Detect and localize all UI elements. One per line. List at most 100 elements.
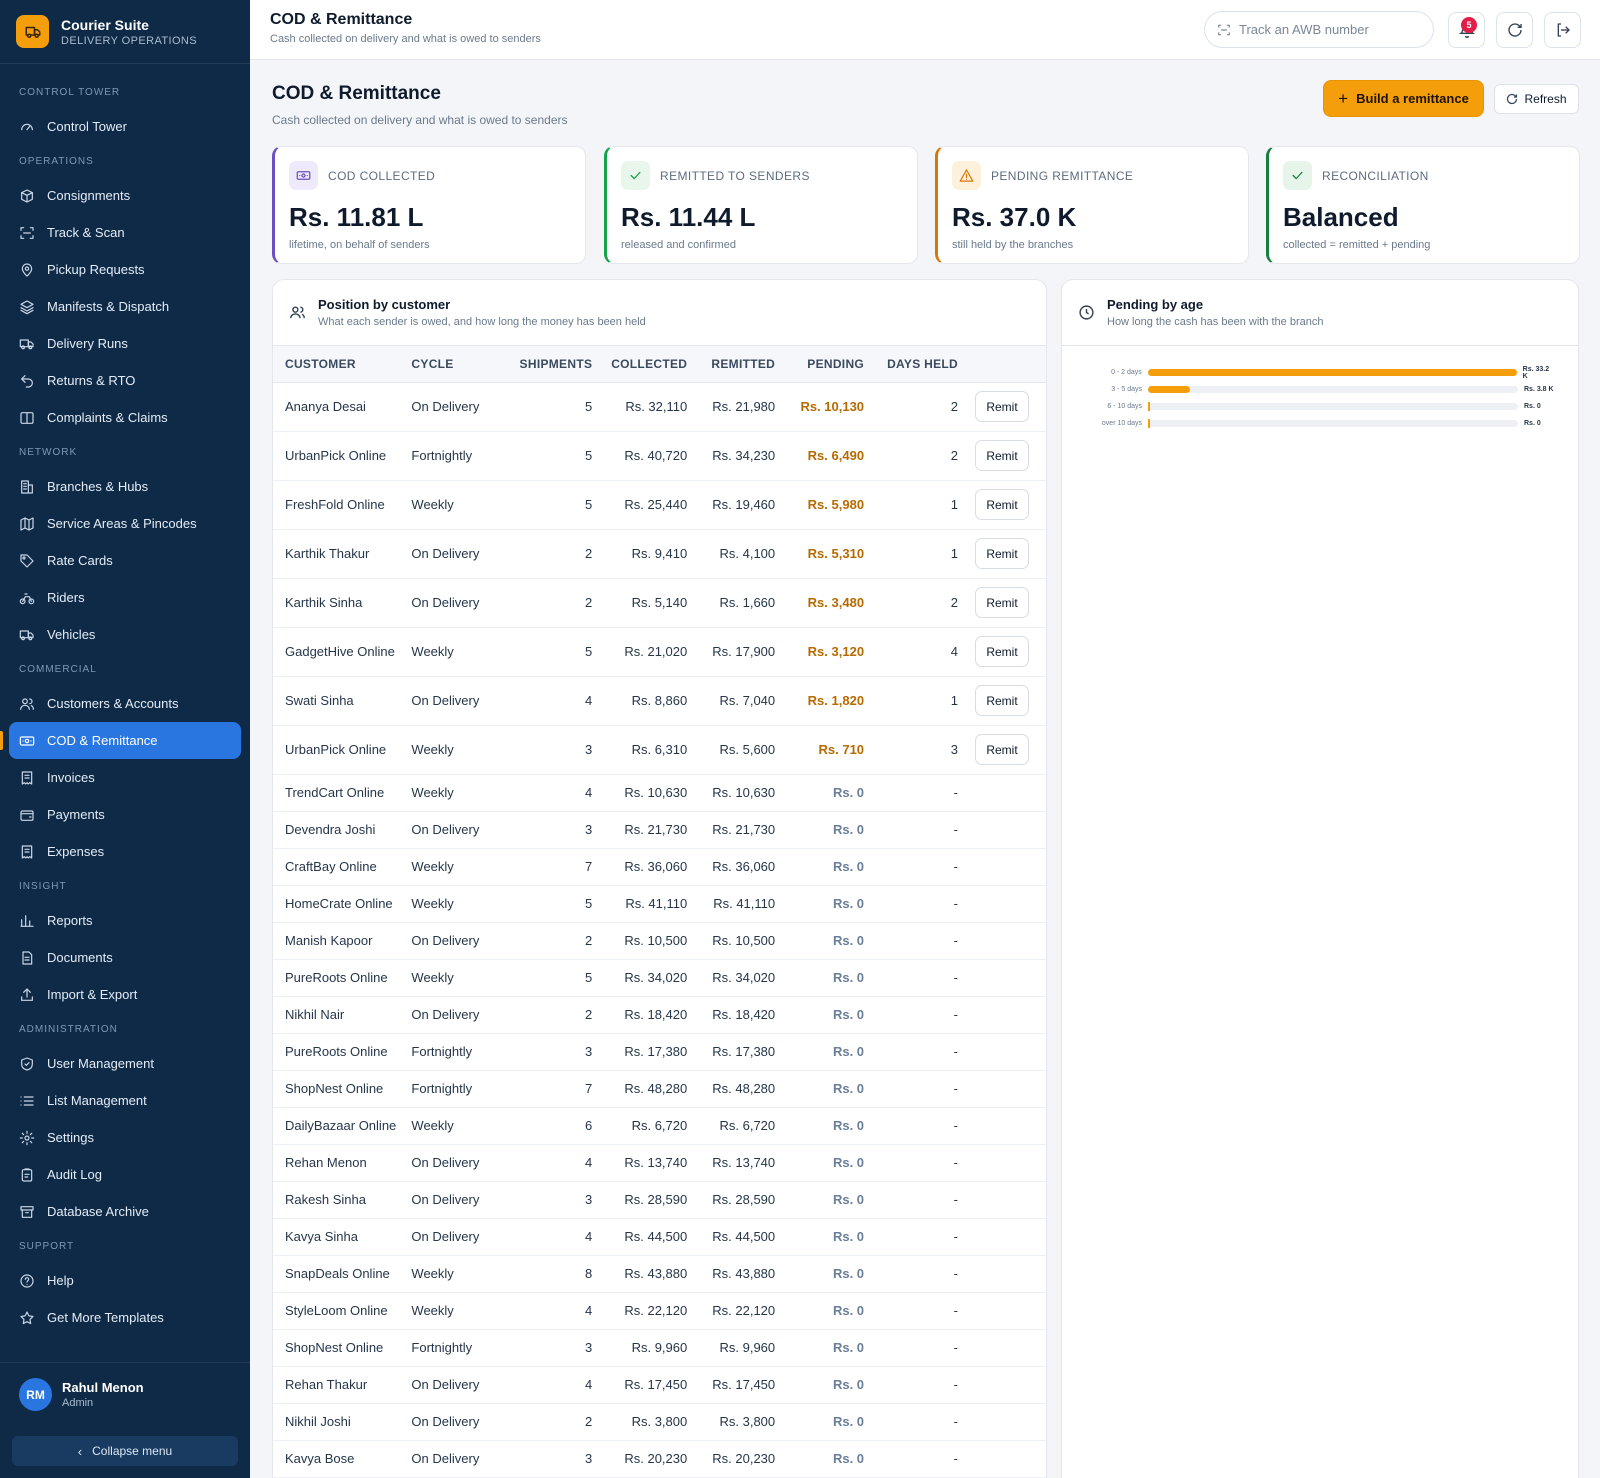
- sidebar-item-consignments[interactable]: Consignments: [9, 177, 241, 214]
- sidebar-item-payments[interactable]: Payments: [9, 796, 241, 833]
- pending-cell: Rs. 5,980: [775, 480, 865, 530]
- awb-search-input[interactable]: [1239, 22, 1419, 37]
- pending-cell: Rs. 0: [775, 1070, 865, 1108]
- customer-cell: TrendCart Online: [273, 774, 412, 812]
- remit-button[interactable]: Remit: [975, 587, 1029, 618]
- remit-button[interactable]: Remit: [975, 391, 1029, 422]
- table-row: Ananya Desai On Delivery 5 Rs. 32,110 Rs. 21…: [273, 382, 1046, 432]
- file-icon: [22, 950, 33, 965]
- sidebar-item-manifests-and-dispatch[interactable]: Manifests & Dispatch: [9, 288, 241, 325]
- sidebar-item-complaints-and-claims[interactable]: Complaints & Claims: [9, 399, 241, 436]
- sidebar-item-label: Control Tower: [47, 119, 127, 134]
- sidebar-item-reports[interactable]: Reports: [9, 902, 241, 939]
- sidebar-item-vehicles[interactable]: Vehicles: [9, 616, 241, 653]
- refresh-icon: [1507, 23, 1522, 37]
- remitted-cell: Rs. 22,120: [687, 1292, 776, 1330]
- sidebar-item-returns-and-rto[interactable]: Returns & RTO: [9, 362, 241, 399]
- brand[interactable]: Courier Suite DELIVERY OPERATIONS: [0, 0, 250, 64]
- build-remittance-button[interactable]: + Build a remittance: [1323, 80, 1484, 117]
- table-row: UrbanPick Online Fortnightly 5 Rs. 40,720 Rs…: [273, 431, 1046, 481]
- sidebar-item-documents[interactable]: Documents: [9, 939, 241, 976]
- panel-subtitle: How long the cash has been with the bran…: [1107, 316, 1324, 328]
- kpi-value: Rs. 37.0 K: [952, 202, 1077, 232]
- remit-button[interactable]: Remit: [975, 685, 1029, 716]
- collected-cell: Rs. 21,020: [592, 627, 688, 677]
- user-profile[interactable]: RM Rahul Menon Admin: [0, 1362, 250, 1426]
- sidebar-item-pickup-requests[interactable]: Pickup Requests: [9, 251, 241, 288]
- sidebar-item-list-management[interactable]: List Management: [9, 1082, 241, 1119]
- customer-cell: FreshFold Online: [273, 480, 412, 530]
- sidebar-item-riders[interactable]: Riders: [9, 579, 241, 616]
- awb-search[interactable]: [1204, 11, 1434, 48]
- pending-cell: Rs. 710: [775, 725, 865, 775]
- sidebar-item-track-and-scan[interactable]: Track & Scan: [9, 214, 241, 251]
- cycle-cell: Weekly: [411, 627, 510, 677]
- collected-cell: Rs. 6,310: [592, 725, 688, 775]
- cycle-cell: Weekly: [411, 885, 510, 923]
- sidebar-item-label: Returns & RTO: [47, 373, 136, 388]
- table-row: StyleLoom Online Weekly 4 Rs. 22,120 Rs. 22,…: [273, 1292, 1046, 1330]
- days-held-cell: -: [864, 1329, 959, 1367]
- sidebar-item-label: List Management: [47, 1093, 147, 1108]
- sidebar-item-get-more-templates[interactable]: Get More Templates: [9, 1299, 241, 1336]
- nav-section-label: NETWORK: [19, 447, 78, 458]
- age-bar-track: [1148, 386, 1518, 393]
- sidebar-item-control-tower[interactable]: Control Tower: [9, 108, 241, 145]
- sidebar-item-label: Get More Templates: [47, 1310, 164, 1325]
- actions-cell: [958, 1292, 1046, 1330]
- sidebar-item-audit-log[interactable]: Audit Log: [9, 1156, 241, 1193]
- logout-button[interactable]: [1544, 12, 1581, 48]
- sidebar-item-customers-and-accounts[interactable]: Customers & Accounts: [9, 685, 241, 722]
- shipments-cell: 5: [509, 431, 593, 481]
- sidebar-item-service-areas-and-pincodes[interactable]: Service Areas & Pincodes: [9, 505, 241, 542]
- refresh-icon: [1507, 93, 1518, 105]
- remitted-cell: Rs. 20,230: [687, 1440, 776, 1478]
- sidebar-item-cod-and-remittance[interactable]: COD & Remittance: [0, 722, 241, 759]
- sidebar-item-expenses[interactable]: Expenses: [9, 833, 241, 870]
- sidebar-item-settings[interactable]: Settings: [9, 1119, 241, 1156]
- days-held-cell: 1: [864, 480, 959, 530]
- remitted-cell: Rs. 21,730: [687, 811, 776, 849]
- reload-button[interactable]: [1496, 12, 1533, 48]
- sidebar-item-help[interactable]: Help: [9, 1262, 241, 1299]
- table-row: Swati Sinha On Delivery 4 Rs. 8,860 Rs. 7,04…: [273, 676, 1046, 726]
- kpi-card: COD COLLECTED Rs. 11.81 L lifetime, on beh…: [272, 146, 586, 264]
- collapse-menu-button[interactable]: ‹ Collapse menu: [12, 1436, 238, 1466]
- days-held-cell: -: [864, 811, 959, 849]
- age-bar-label: 6 - 10 days: [1107, 403, 1142, 410]
- pending-cell: Rs. 0: [775, 848, 865, 886]
- pending-cell: Rs. 3,120: [775, 627, 865, 677]
- sidebar-item-user-management[interactable]: User Management: [9, 1045, 241, 1082]
- notifications-button[interactable]: 5: [1448, 12, 1485, 48]
- shipments-cell: 4: [509, 1218, 593, 1256]
- topbar-title: COD & Remittance: [270, 11, 413, 28]
- remit-button[interactable]: Remit: [975, 440, 1029, 471]
- scan-icon: [1218, 24, 1230, 35]
- pending-cell: Rs. 0: [775, 1107, 865, 1145]
- remit-button[interactable]: Remit: [975, 636, 1029, 667]
- pending-cell: Rs. 0: [775, 1218, 865, 1256]
- days-held-cell: -: [864, 1218, 959, 1256]
- days-held-cell: -: [864, 885, 959, 923]
- days-held-cell: -: [864, 774, 959, 812]
- sidebar-item-rate-cards[interactable]: Rate Cards: [9, 542, 241, 579]
- sidebar-item-import-and-export[interactable]: Import & Export: [9, 976, 241, 1013]
- sidebar-item-branches-and-hubs[interactable]: Branches & Hubs: [9, 468, 241, 505]
- remit-button[interactable]: Remit: [975, 489, 1029, 520]
- table-row: UrbanPick Online Weekly 3 Rs. 6,310 Rs. 5,60…: [273, 725, 1046, 775]
- kpi-note: lifetime, on behalf of senders: [289, 239, 430, 251]
- kpi-label: PENDING REMITTANCE: [991, 168, 1134, 183]
- sidebar-item-label: Consignments: [47, 188, 131, 203]
- wallet-icon: [20, 809, 34, 821]
- remit-button[interactable]: Remit: [975, 734, 1029, 765]
- truck-icon: [16, 15, 49, 48]
- days-held-cell: -: [864, 1366, 959, 1404]
- sidebar-item-invoices[interactable]: Invoices: [9, 759, 241, 796]
- remit-button[interactable]: Remit: [975, 538, 1029, 569]
- refresh-button[interactable]: Refresh: [1494, 84, 1579, 114]
- sidebar-item-database-archive[interactable]: Database Archive: [9, 1193, 241, 1230]
- sidebar-item-delivery-runs[interactable]: Delivery Runs: [9, 325, 241, 362]
- days-held-cell: -: [864, 848, 959, 886]
- build-remittance-label: Build a remittance: [1356, 91, 1469, 106]
- age-bar-row: over 10 days Rs. 0: [1084, 415, 1556, 432]
